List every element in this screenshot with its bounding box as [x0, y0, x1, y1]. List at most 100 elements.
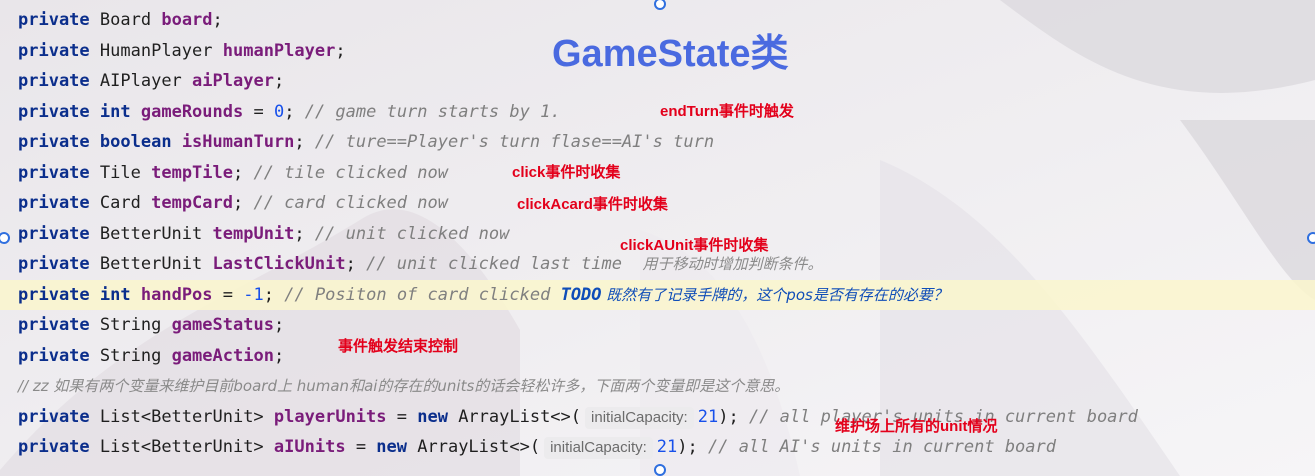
type: BetterUnit	[99, 223, 203, 244]
keyword: private	[18, 10, 90, 30]
field-name: tempTile	[151, 162, 233, 183]
terminator: ;	[212, 10, 223, 30]
field-name: humanPlayer	[222, 40, 336, 61]
keyword-new: new	[376, 437, 408, 457]
terminator: ;	[273, 315, 285, 335]
type: Card	[99, 193, 141, 213]
type: String	[99, 315, 162, 335]
keyword: private	[18, 406, 90, 427]
annotation-maintain: 维护场上所有的unit情况	[835, 418, 998, 435]
code-line-game-rounds: private int gameRounds = 0; // game turn…	[0, 97, 1315, 128]
keyword: private	[18, 40, 90, 61]
code-line-hand-pos: private int handPos = -1; // Positon of …	[0, 279, 1315, 310]
keyword: private	[18, 345, 90, 366]
type: String	[99, 345, 162, 366]
code-line-ai-player: private AIPlayer aiPlayer;	[0, 66, 1315, 97]
keyword: private	[18, 132, 90, 152]
type: List<BetterUnit>	[99, 437, 264, 457]
keyword: private	[18, 284, 90, 305]
annotation-endturn: endTurn事件时触发	[660, 103, 794, 120]
comment: // ture==Player's turn flase==AI's turn	[314, 132, 715, 152]
comment: // unit clicked now	[314, 223, 510, 244]
constructor: ArrayList<>(	[407, 437, 541, 457]
comment: // card clicked now	[253, 193, 448, 213]
todo-text: 既然有了记录手牌的，这个pos是否有存在的必要？	[601, 285, 948, 304]
terminator: ;	[294, 132, 305, 152]
field-name: gameRounds	[140, 101, 244, 122]
comment: // zz 如果有两个变量来维护目前board上 human和ai的存在的uni…	[18, 377, 790, 395]
terminator: ;	[233, 162, 244, 183]
type: Tile	[99, 162, 141, 183]
keyword: private	[18, 71, 90, 91]
keyword: private	[18, 101, 90, 122]
number-literal: 21	[656, 437, 678, 457]
terminator: );	[718, 406, 739, 427]
parameter-hint: initialCapacity:	[585, 406, 694, 429]
field-name: gameStatus	[171, 315, 274, 335]
terminator: );	[677, 437, 698, 457]
code-line-ai-units: private List<BetterUnit> aIUnits = new A…	[0, 432, 1315, 463]
field-name: LastClickUnit	[212, 254, 346, 274]
keyword-new: new	[417, 406, 448, 427]
type: AIPlayer	[99, 71, 182, 91]
annotation-click: click事件时收集	[512, 164, 621, 181]
comment: // all AI's units in current board	[708, 437, 1057, 457]
code-line-temp-tile: private Tile tempTile; // tile clicked n…	[0, 158, 1315, 189]
type: boolean	[99, 132, 172, 152]
field-name: handPos	[140, 284, 213, 305]
number-literal: 0	[273, 101, 285, 122]
keyword: private	[18, 193, 90, 213]
parameter-hint: initialCapacity:	[544, 437, 653, 459]
type: BetterUnit	[99, 254, 203, 274]
code-line-zz-comment: // zz 如果有两个变量来维护目前board上 human和ai的存在的uni…	[0, 371, 1315, 402]
comment-cn: 用于移动时增加判断条件。	[642, 255, 823, 273]
comment: // unit clicked last time	[366, 254, 622, 274]
terminator: ;	[263, 284, 274, 305]
terminator: ;	[345, 254, 356, 274]
keyword: private	[18, 223, 90, 244]
terminator: ;	[294, 223, 305, 244]
comment: // tile clicked now	[253, 162, 448, 183]
annotation-control: 事件触发结束控制	[338, 338, 459, 355]
annotation-clickcard: clickAcard事件时收集	[517, 196, 668, 213]
field-name: isHumanTurn	[181, 132, 295, 152]
number-literal: 21	[697, 406, 719, 427]
keyword: private	[18, 437, 90, 457]
code-line-player-units: private List<BetterUnit> playerUnits = n…	[0, 402, 1315, 433]
comment: // game turn starts by 1.	[304, 101, 561, 122]
code-line-game-status: private String gameStatus;	[0, 310, 1315, 341]
equals: =	[212, 284, 244, 305]
bottom-resize-handle[interactable]	[654, 464, 666, 476]
constructor: ArrayList<>(	[447, 406, 582, 427]
type: int	[99, 284, 131, 305]
number-literal: -1	[243, 284, 264, 305]
todo-marker: TODO	[560, 284, 602, 305]
field-name: gameAction	[171, 345, 274, 366]
terminator: ;	[273, 71, 285, 91]
keyword: private	[18, 254, 90, 274]
code-line-board: private Board board;	[0, 5, 1315, 36]
keyword: private	[18, 315, 90, 335]
equals: =	[243, 101, 274, 122]
field-name: tempCard	[151, 193, 233, 213]
type: int	[99, 101, 131, 122]
terminator: ;	[273, 345, 285, 366]
field-name: aIUnits	[273, 437, 346, 457]
keyword: private	[18, 162, 90, 183]
field-name: playerUnits	[273, 406, 387, 427]
code-line-is-human-turn: private boolean isHumanTurn; // ture==Pl…	[0, 127, 1315, 158]
terminator: ;	[335, 40, 346, 61]
terminator: ;	[233, 193, 244, 213]
type: List<BetterUnit>	[99, 406, 264, 427]
code-line-game-action: private String gameAction;	[0, 341, 1315, 372]
equals: =	[386, 406, 418, 427]
field-name: board	[161, 10, 213, 30]
field-name: aiPlayer	[192, 71, 274, 91]
type: Board	[99, 10, 152, 30]
annotation-clickunit: clickAUnit事件时收集	[620, 237, 769, 254]
equals: =	[345, 437, 377, 457]
type: HumanPlayer	[99, 40, 213, 61]
comment: // Positon of card clicked	[284, 284, 561, 305]
field-name: tempUnit	[212, 223, 295, 244]
code-line-human-player: private HumanPlayer humanPlayer;	[0, 36, 1315, 67]
